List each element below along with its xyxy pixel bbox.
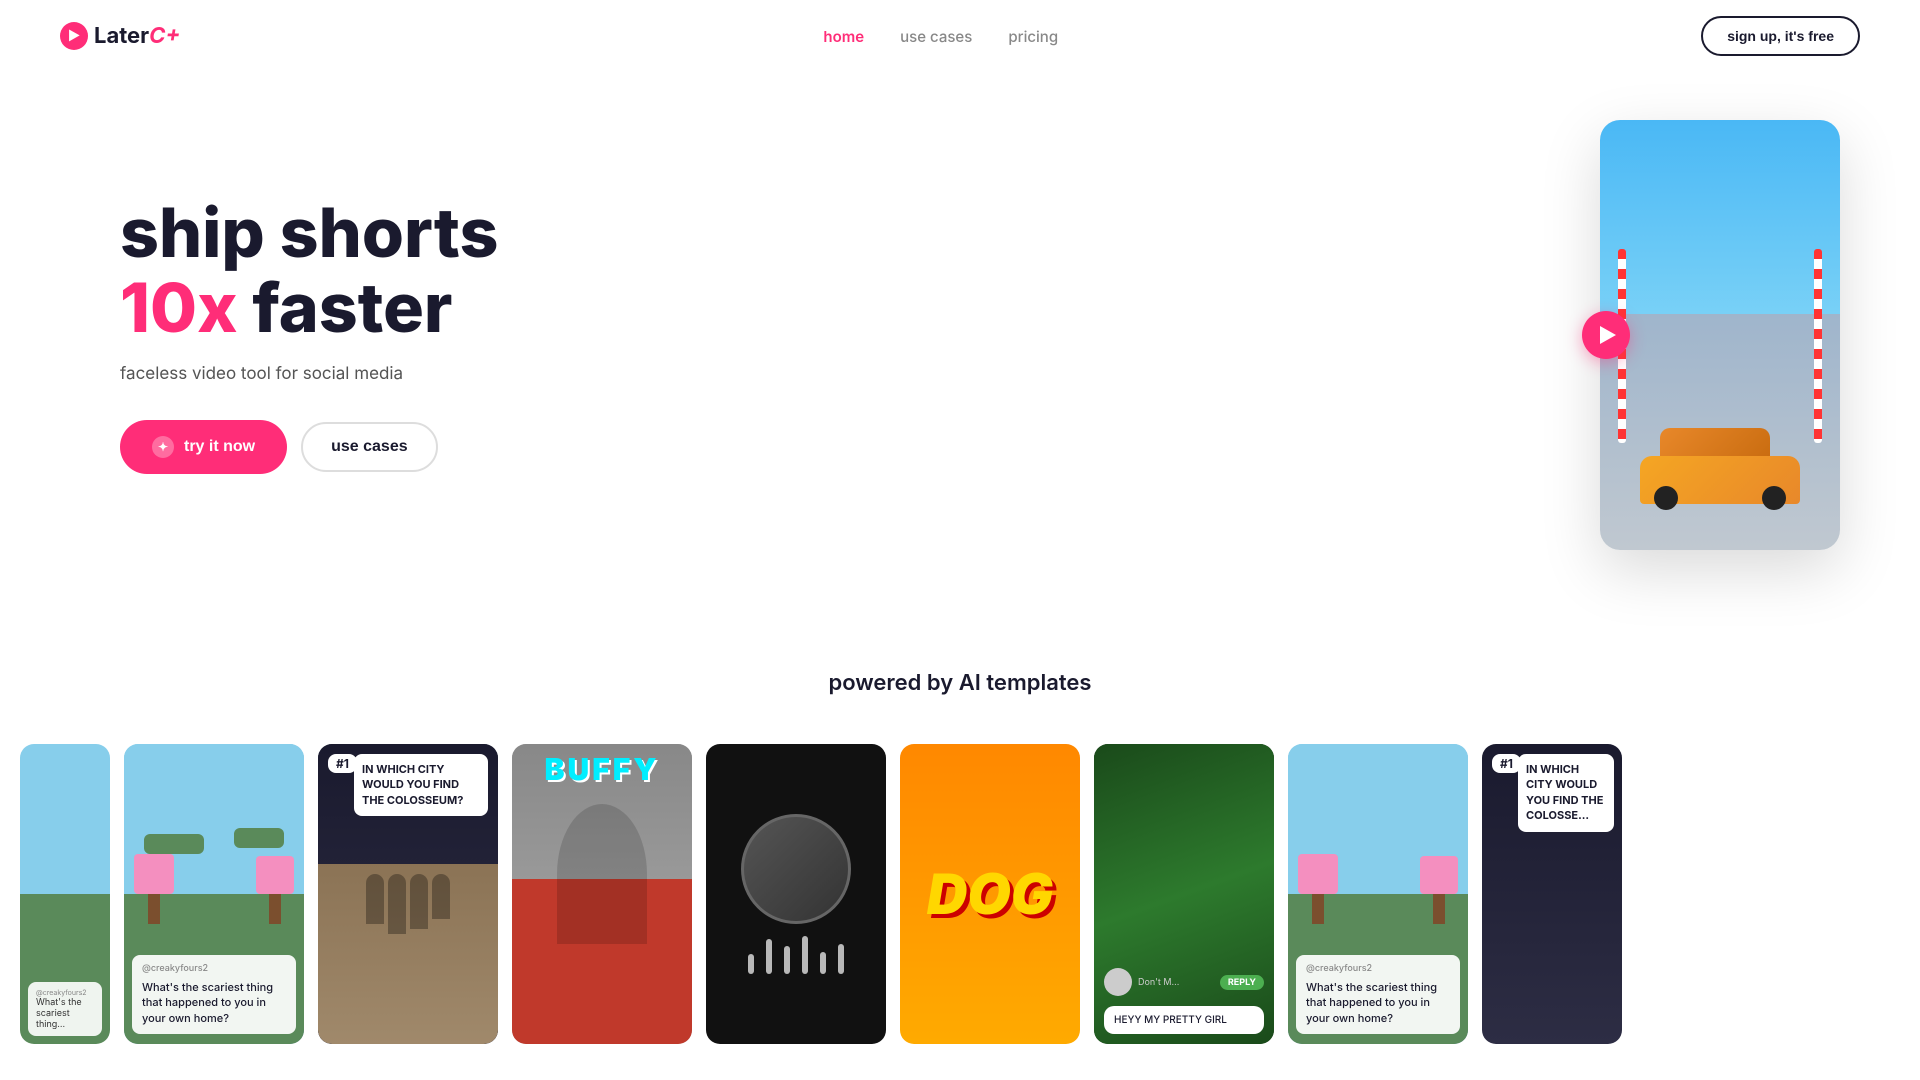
minecraft-card-text: @creakyfours2 What's the scariest thing … (132, 955, 296, 1034)
try-it-now-button[interactable]: ✦ try it now (120, 420, 287, 474)
nav-signup-button[interactable]: sign up, it's free (1701, 16, 1860, 56)
nav-use-cases[interactable]: use cases (900, 27, 972, 46)
road-scene (1600, 120, 1840, 550)
try-it-now-label: try it now (184, 438, 255, 456)
logo[interactable]: ▶ LaterC+ (60, 22, 180, 50)
powered-title: powered by AI templates (20, 670, 1900, 696)
hero-section: ship shorts 10x faster faceless video to… (0, 0, 1920, 610)
wheel-right (1762, 486, 1786, 510)
carousel-card-face[interactable]: BUFFY (512, 744, 692, 1044)
hero-heading-line1: ship shorts (120, 192, 498, 274)
quiz-badge: #1 (328, 754, 357, 773)
navbar: ▶ LaterC+ home use cases pricing sign up… (0, 0, 1920, 72)
use-cases-button[interactable]: use cases (301, 422, 438, 472)
carousel-card-quiz[interactable]: #1 IN WHICH CITY WOULD YOU FIND THE COLO… (318, 744, 498, 1044)
powered-section: powered by AI templates (0, 610, 1920, 716)
play-triangle-icon (1600, 326, 1616, 344)
sparkle-icon: ✦ (152, 436, 174, 458)
podcast-avatar (741, 814, 851, 924)
nav-links: home use cases pricing (823, 27, 1058, 46)
quiz2-badge: #1 (1492, 754, 1521, 773)
play-button[interactable] (1582, 311, 1630, 359)
nav-home[interactable]: home (823, 27, 864, 46)
chat-message: HEYY MY PRETTY GIRL (1104, 1006, 1264, 1034)
wheel-left (1654, 486, 1678, 510)
carousel-card-dog[interactable]: DOG (900, 744, 1080, 1044)
face-card-name: BUFFY (512, 752, 692, 788)
hero-heading: ship shorts 10x faster (120, 196, 640, 346)
logo-text: LaterC+ (94, 23, 180, 49)
dog-text: DOG (927, 860, 1053, 928)
carousel-card-quiz2[interactable]: #1 IN WHICH CITY WOULD YOU FIND THE COLO… (1482, 744, 1622, 1044)
chat-reply-btn[interactable]: REPLY (1220, 975, 1264, 990)
sky (1600, 120, 1840, 335)
carousel-card-chat[interactable]: Don't M... REPLY HEYY MY PRETTY GIRL (1094, 744, 1274, 1044)
carousel-card-podcast[interactable] (706, 744, 886, 1044)
nav-pricing[interactable]: pricing (1008, 27, 1058, 46)
logo-icon: ▶ (60, 22, 88, 50)
hero-subtitle: faceless video tool for social media (120, 364, 640, 384)
hero-video-card[interactable] (1600, 120, 1840, 550)
car (1640, 440, 1800, 520)
quiz2-question: IN WHICH CITY WOULD YOU FIND THE COLOSSE… (1518, 754, 1614, 832)
car-shape (1640, 440, 1800, 520)
carousel-card-minecraft[interactable]: @creakyfours2 What's the scariest thing … (124, 744, 304, 1044)
carousel-card-partial[interactable]: @creakyfours2 What's the scariest thing.… (20, 744, 110, 1044)
carousel-card-minecraft2[interactable]: @creakyfours2 What's the scariest thing … (1288, 744, 1468, 1044)
quiz-question: IN WHICH CITY WOULD YOU FIND THE COLOSSE… (354, 754, 488, 816)
template-carousel: @creakyfours2 What's the scariest thing.… (0, 716, 1920, 1072)
barrier-right (1814, 249, 1822, 443)
hero-heading-line2: faster (252, 267, 452, 349)
audio-waveform (748, 934, 844, 974)
hero-right (1600, 120, 1840, 550)
hero-left: ship shorts 10x faster faceless video to… (120, 196, 640, 474)
hero-heading-highlight: 10x (120, 267, 237, 349)
minecraft2-card-text: @creakyfours2 What's the scariest thing … (1296, 955, 1460, 1034)
hero-buttons: ✦ try it now use cases (120, 420, 640, 474)
